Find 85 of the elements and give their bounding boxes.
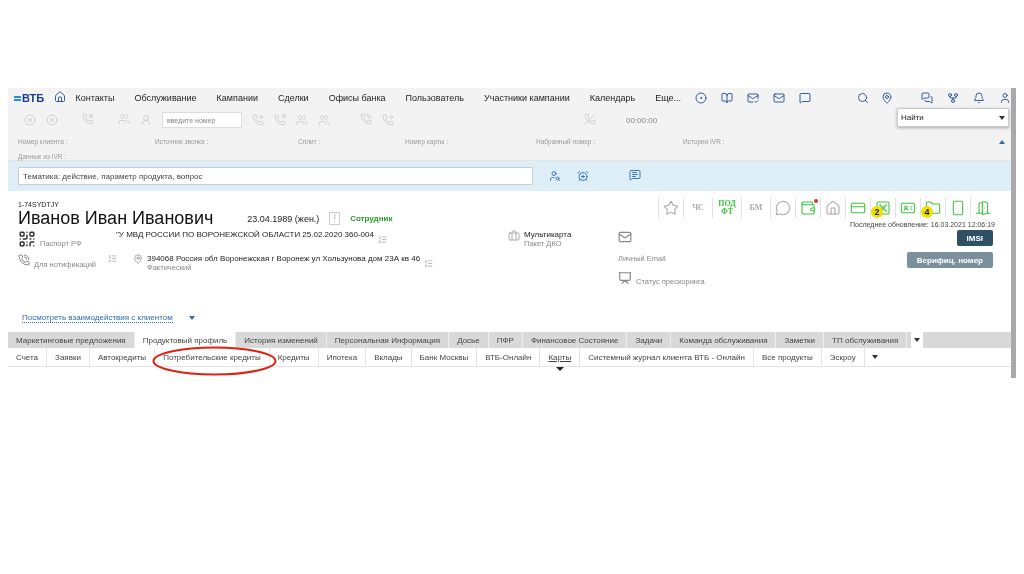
- location-icon: [133, 254, 143, 264]
- bank-logo[interactable]: ВТБ: [14, 92, 54, 104]
- list-icon[interactable]: [108, 254, 117, 263]
- nav-link[interactable]: Контакты: [75, 93, 115, 103]
- subtab[interactable]: ВТБ-Онлайн: [477, 348, 541, 366]
- nav-link[interactable]: Офисы банка: [328, 93, 386, 103]
- fork-icon[interactable]: [947, 92, 959, 104]
- transfer-call-icon[interactable]: [382, 114, 394, 126]
- tab[interactable]: Заметки: [776, 332, 825, 348]
- qr-code-icon: [18, 230, 36, 248]
- subtab[interactable]: Автокредиты: [89, 348, 156, 366]
- warning-mark: !: [329, 212, 341, 225]
- nav-link[interactable]: Календарь: [589, 93, 636, 103]
- user-icon[interactable]: [999, 92, 1011, 104]
- search-icon[interactable]: [857, 92, 869, 104]
- conference-add-icon[interactable]: [318, 114, 330, 126]
- tab[interactable]: Продуктовый профиль: [134, 332, 237, 348]
- home-icon[interactable]: [53, 91, 66, 103]
- pause-icon[interactable]: [24, 114, 36, 126]
- book-icon[interactable]: [721, 92, 733, 104]
- wallet-icon[interactable]: [795, 198, 820, 218]
- briefcase-icon: [508, 230, 520, 242]
- list-icon[interactable]: [377, 235, 387, 244]
- tab[interactable]: Персональная Информация: [326, 332, 450, 348]
- map-pin-icon[interactable]: [881, 92, 893, 104]
- play-icon[interactable]: [46, 114, 58, 126]
- nav-link[interactable]: Участники кампании: [484, 93, 570, 103]
- chat-icon[interactable]: [921, 92, 933, 104]
- tab[interactable]: Задачи: [627, 332, 672, 348]
- outgoing-call-icon[interactable]: [274, 114, 286, 126]
- hang-up-icon[interactable]: [584, 113, 596, 125]
- subtab[interactable]: Эскроу: [821, 348, 865, 366]
- caret-icon: [999, 115, 1005, 120]
- subtab[interactable]: Ипотека: [318, 348, 367, 366]
- collapse-icon[interactable]: [999, 140, 1005, 144]
- birth-date: 23.04.1989 (жен.): [247, 213, 320, 224]
- conference-icon[interactable]: [296, 114, 308, 126]
- tab[interactable]: Команда обслуживания: [671, 332, 777, 348]
- list-icon[interactable]: [424, 259, 434, 268]
- forward-call-icon[interactable]: [252, 114, 264, 126]
- pointer-icon: [555, 367, 564, 371]
- phone-icon: [18, 254, 30, 266]
- count-badge: 2: [871, 206, 883, 218]
- mail-icon[interactable]: [773, 92, 785, 104]
- tab[interactable]: Финансовое Состояние: [522, 332, 628, 348]
- nav-link[interactable]: Обслуживание: [134, 93, 197, 103]
- client-status: Сотрудник: [350, 214, 393, 223]
- address-text: 394068 Россия обл Воронежская г Воронеж ул Хользунова дом 23А кв 46: [147, 254, 421, 263]
- subtab[interactable]: Вклады: [366, 348, 412, 366]
- users-icon[interactable]: [118, 113, 130, 125]
- subtab[interactable]: Карты: [540, 348, 581, 366]
- caret-icon[interactable]: [189, 316, 195, 320]
- count-badge: 4: [921, 206, 933, 218]
- search-select[interactable]: Найти: [897, 108, 1009, 127]
- comment-icon[interactable]: [629, 169, 641, 181]
- subtab[interactable]: Системный журнал клиента ВТБ - Онлайн: [580, 348, 754, 366]
- user-search-icon[interactable]: [549, 170, 561, 182]
- call-timer: 00:00:00: [626, 115, 658, 125]
- tab[interactable]: ПФР: [488, 332, 523, 348]
- interactions-link[interactable]: Посмотреть взаимодействия с клиентом: [22, 313, 173, 323]
- subtab[interactable]: Банк Москвы: [411, 348, 478, 366]
- nav-link[interactable]: Кампании: [216, 93, 258, 103]
- nav-link[interactable]: Пользователь: [405, 93, 464, 103]
- document-text: "У МВД РОССИИ ПО ВОРОНЕЖСКОЙ ОБЛАСТИ 25.02.2020 360-004: [116, 230, 374, 239]
- incoming-call-icon[interactable]: [82, 113, 94, 125]
- subtab[interactable]: Кредиты: [269, 348, 319, 366]
- nav-link[interactable]: Еще...: [655, 93, 681, 103]
- subtab[interactable]: Все продукты: [753, 348, 822, 366]
- bell-icon[interactable]: [973, 92, 985, 104]
- nav-link[interactable]: Сделки: [277, 93, 309, 103]
- message-icon[interactable]: [799, 92, 811, 104]
- mail-check-icon[interactable]: [747, 92, 759, 104]
- topic-field[interactable]: Тематика: действие, параметр продукта, вопрос: [18, 167, 533, 185]
- tab[interactable]: История изменений: [236, 332, 327, 348]
- tab[interactable]: Маркетинговые предложения: [8, 332, 135, 348]
- client-name: Иванов Иван Иванович: [18, 208, 214, 229]
- tab[interactable]: Досье: [449, 332, 489, 348]
- alarm-add-icon[interactable]: [577, 170, 589, 182]
- action-button[interactable]: IMSI: [956, 230, 993, 246]
- record-icon[interactable]: [695, 92, 707, 104]
- subtab[interactable]: Заявки: [47, 348, 90, 366]
- subtab[interactable]: Счета: [8, 348, 48, 366]
- presentation-icon: [618, 271, 632, 285]
- package-name: Мультикарта: [524, 230, 572, 239]
- envelope-icon: [618, 230, 632, 244]
